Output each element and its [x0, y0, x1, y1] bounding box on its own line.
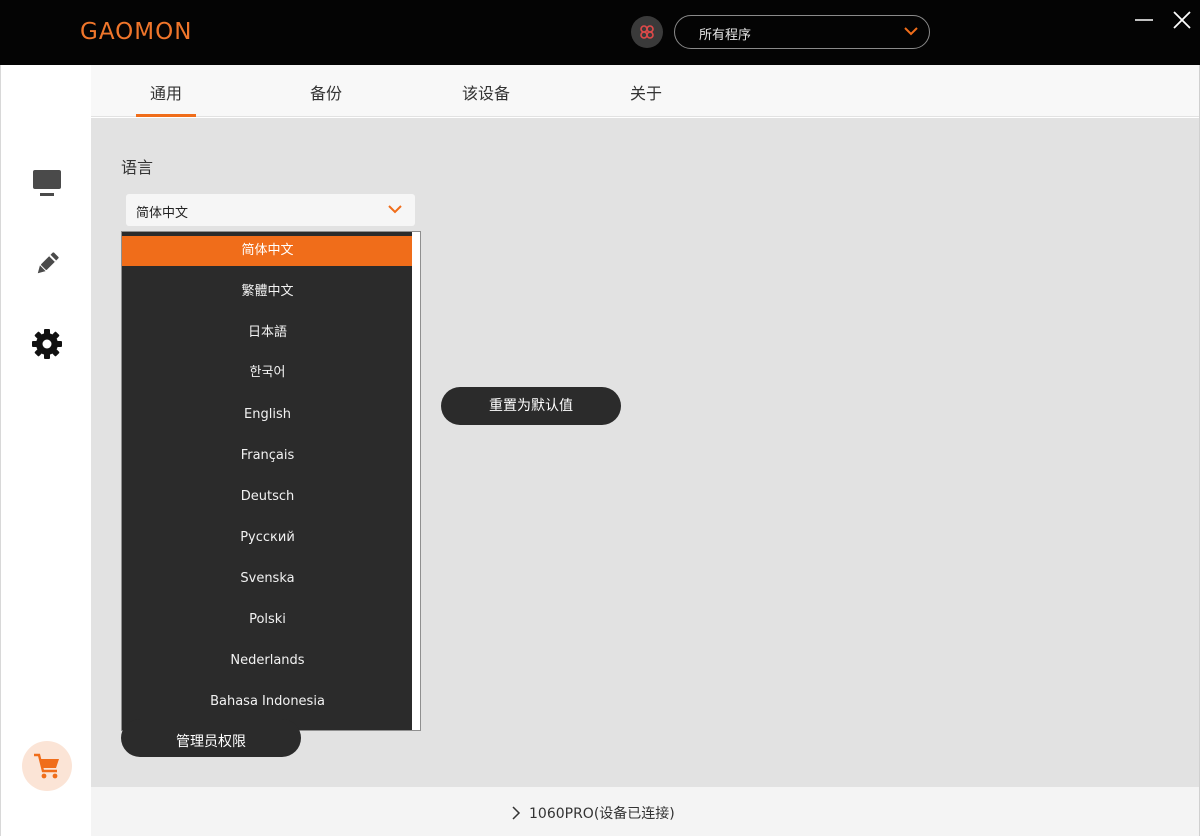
- sidebar: [0, 65, 91, 836]
- language-label: 语言: [121, 158, 154, 177]
- language-option[interactable]: Deutsch: [122, 482, 413, 512]
- language-option[interactable]: Русский: [122, 523, 413, 553]
- general-settings-panel: 语言 简体中文 简体中文 繁體中文 日本語 한국어 English França…: [91, 118, 1199, 787]
- settings-icon: [32, 329, 62, 359]
- sidebar-item-display[interactable]: [29, 165, 65, 201]
- pen-icon: [37, 252, 59, 274]
- tab-bar: 通用 备份 该设备 关于: [91, 65, 1200, 117]
- device-status[interactable]: 1060PRO(设备已连接): [511, 803, 675, 823]
- tab-about[interactable]: 关于: [606, 80, 686, 104]
- language-option[interactable]: 한국어: [122, 358, 413, 388]
- language-option[interactable]: Polski: [122, 605, 413, 635]
- chevron-right-icon: [512, 806, 521, 820]
- language-option[interactable]: Nederlands: [122, 646, 413, 676]
- title-bar: GAOMON 所有程序: [0, 0, 1200, 65]
- language-select-value: 简体中文: [136, 206, 189, 221]
- app-launcher-icon: [640, 25, 654, 39]
- chevron-down-icon: [904, 27, 918, 36]
- program-select-value: 所有程序: [699, 28, 752, 43]
- gaomon-logo: GAOMON: [80, 19, 192, 45]
- sidebar-item-settings[interactable]: [29, 326, 65, 362]
- shop-button[interactable]: [22, 741, 72, 791]
- language-option[interactable]: Bahasa Indonesia: [122, 687, 413, 717]
- sidebar-item-pen[interactable]: [29, 246, 65, 282]
- minimize-button[interactable]: [1133, 8, 1157, 32]
- language-option[interactable]: 繁體中文: [122, 277, 413, 307]
- tab-device[interactable]: 该设备: [446, 80, 526, 104]
- tab-general[interactable]: 通用: [126, 80, 206, 117]
- close-button[interactable]: [1170, 8, 1194, 32]
- chevron-down-icon: [388, 205, 402, 214]
- status-footer: 1060PRO(设备已连接): [91, 787, 1199, 836]
- language-select[interactable]: 简体中文: [126, 194, 415, 226]
- reset-defaults-button[interactable]: 重置为默认值: [441, 387, 621, 425]
- language-option[interactable]: 日本語: [122, 318, 413, 348]
- dropdown-scrollbar[interactable]: [412, 232, 420, 730]
- language-option[interactable]: 简体中文: [122, 236, 413, 266]
- device-status-text: 1060PRO(设备已连接): [529, 806, 675, 822]
- logo-text: GAOMON: [80, 19, 193, 45]
- program-select[interactable]: 所有程序: [674, 15, 930, 49]
- language-dropdown-list: 简体中文 繁體中文 日本語 한국어 English Français Deuts…: [121, 231, 421, 731]
- tab-backup[interactable]: 备份: [286, 80, 366, 104]
- admin-rights-button[interactable]: 管理员权限: [121, 719, 301, 757]
- language-option[interactable]: Français: [122, 441, 413, 471]
- language-option[interactable]: English: [122, 400, 413, 430]
- monitor-icon: [33, 170, 61, 196]
- language-option[interactable]: Svenska: [122, 564, 413, 594]
- app-launcher-button[interactable]: [631, 16, 663, 48]
- cart-icon: [34, 753, 59, 779]
